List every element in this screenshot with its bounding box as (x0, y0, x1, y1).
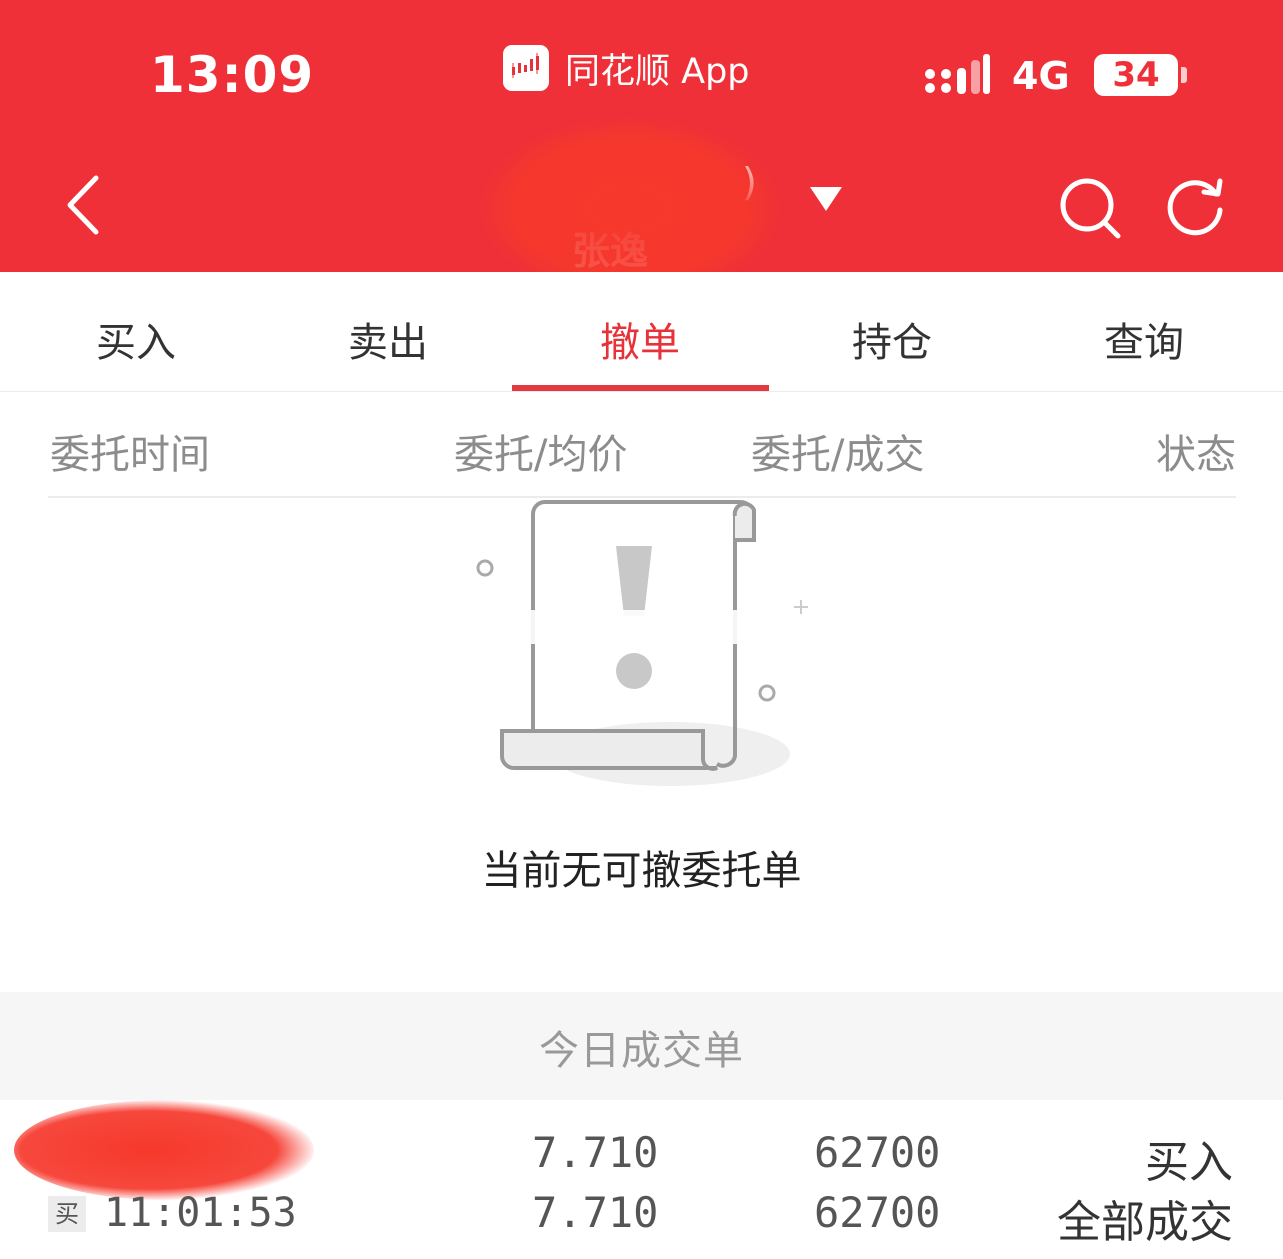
battery-tip (1181, 67, 1187, 83)
tab-query[interactable]: 查询 (1018, 310, 1270, 368)
dropdown-icon[interactable] (808, 184, 844, 214)
battery-level: 34 (1094, 54, 1178, 96)
section-title: 今日成交单 (539, 1028, 744, 1074)
active-tab-indicator (512, 385, 769, 391)
tab-sell[interactable]: 卖出 (262, 310, 514, 368)
col-order-time: 委托时间 (50, 432, 210, 478)
deal-direction: 买入 (1145, 1137, 1233, 1188)
status-time: 13:09 (150, 46, 315, 104)
order-quantity: 62700 (814, 1128, 941, 1177)
avg-price: 7.710 (532, 1188, 659, 1237)
order-price: 7.710 (532, 1128, 659, 1177)
deal-status: 全部成交 (1057, 1197, 1233, 1248)
col-price: 委托/均价 (454, 432, 628, 478)
order-table-header: 委托时间 委托/均价 委托/成交 状态 (48, 392, 1236, 498)
app-switch-indicator[interactable]: 同花顺 App (503, 44, 750, 92)
filled-quantity: 62700 (814, 1188, 941, 1237)
col-status: 状态 (1156, 432, 1236, 478)
app-header: 13:09 同花顺 App 4G 34 ) 张逸 (0, 0, 1283, 298)
app-logo-icon (503, 45, 549, 91)
network-type: 4G (1012, 54, 1070, 98)
today-deals-header: 今日成交单 (0, 992, 1283, 1100)
table-row[interactable]: 买 11:01:53 7.710 7.710 62700 62700 买入 全部… (0, 1100, 1283, 1259)
side-badge: 买 (48, 1196, 86, 1232)
redaction-scribble (14, 1100, 314, 1200)
back-icon[interactable] (60, 170, 110, 240)
app-name: 同花顺 App (565, 51, 750, 92)
tab-positions[interactable]: 持仓 (766, 310, 1018, 368)
redaction-scribble (480, 118, 780, 298)
tab-cancel[interactable]: 撤单 (514, 310, 766, 368)
tab-buy[interactable]: 买入 (10, 310, 262, 368)
col-quantity: 委托/成交 (751, 432, 925, 478)
refresh-icon[interactable] (1164, 176, 1226, 238)
empty-state-message: 当前无可撤委托单 (481, 848, 802, 894)
deal-time: 11:01:53 (104, 1190, 297, 1236)
search-icon[interactable] (1058, 176, 1122, 240)
signal-icon (925, 54, 990, 94)
trade-tabs: 买入 卖出 撤单 持仓 查询 (0, 272, 1283, 392)
empty-document-icon (476, 500, 808, 786)
